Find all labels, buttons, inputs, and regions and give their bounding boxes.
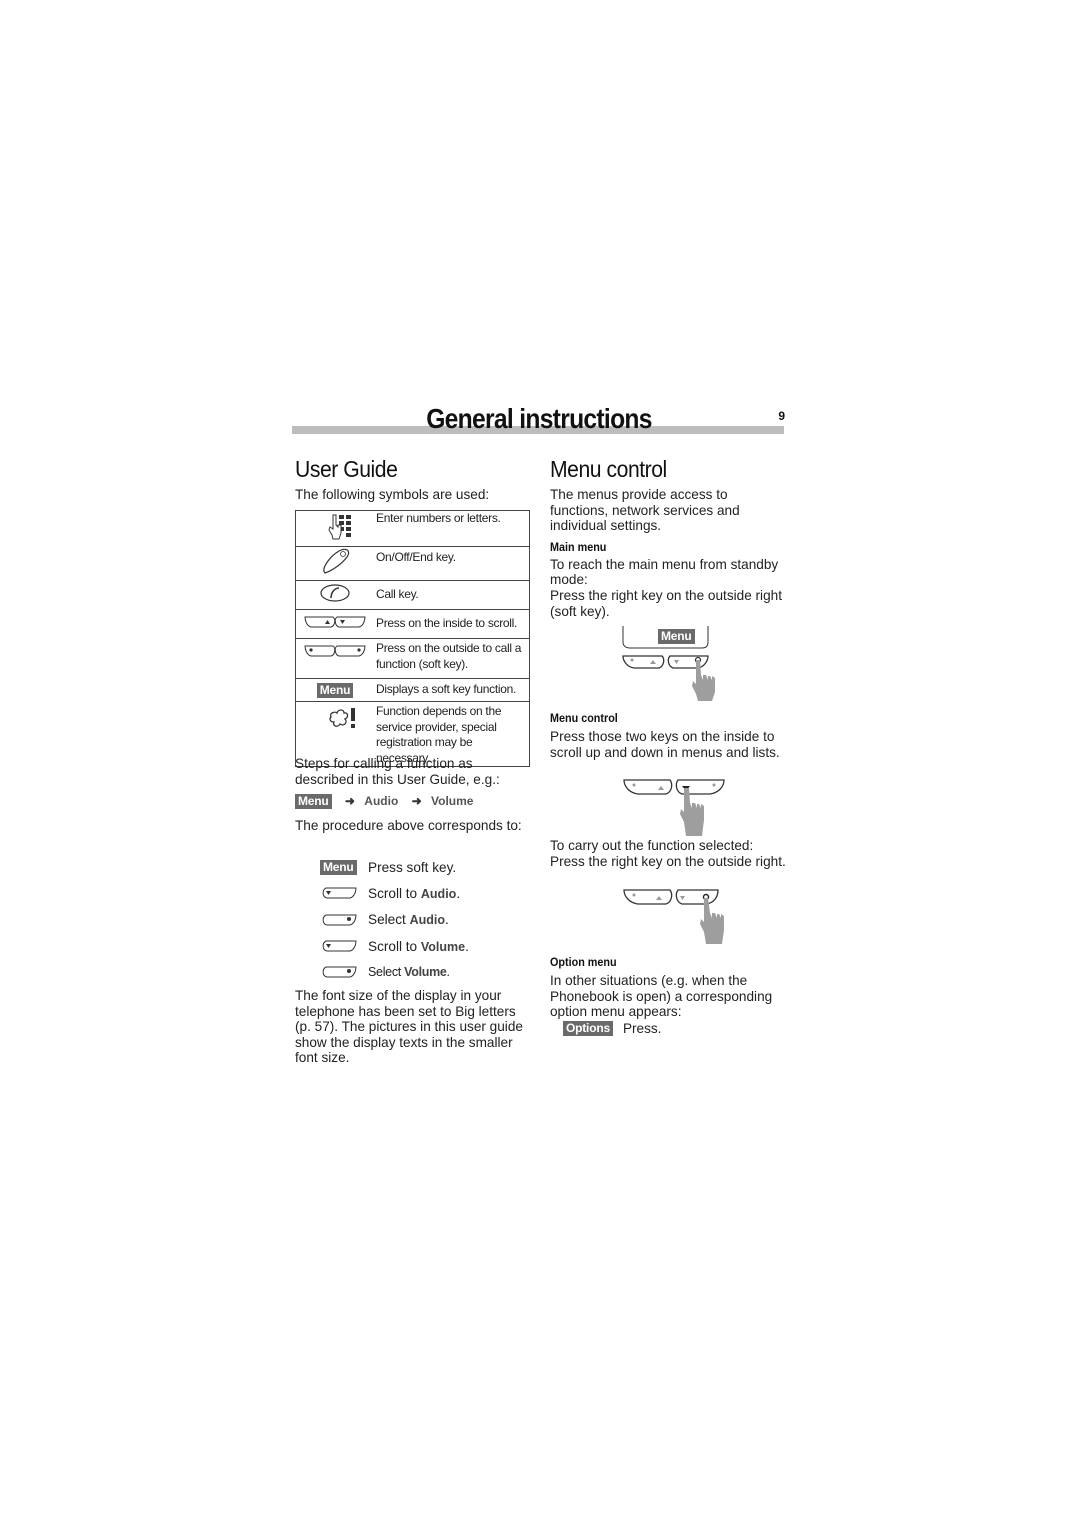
path-item-volume: Volume [431,794,474,808]
symbols-intro: The following symbols are used: [295,487,490,502]
arrow-right-icon: ➜ [411,794,422,808]
menu-soft-key-badge: Menu [316,683,354,698]
step-text: Select Audio. [368,912,449,928]
step-item: Select Audio. [320,907,469,933]
page-title: General instructions [426,403,652,434]
step-item: Scroll to Volume. [320,933,469,959]
symbol-row: Press on the inside to scroll. [295,609,530,639]
procedure-steps: Menu Press soft key. Scroll to Audio. Se… [320,854,469,985]
subheading-option-menu: Option menu [550,955,617,969]
page-number: 9 [778,409,785,423]
select-key-icon [322,914,357,926]
menu-control-section: Menu control The menus provide access to… [550,452,786,619]
provider-dependent-icon [329,708,355,728]
page-header: General instructions 9 [292,400,786,436]
menu-path-example: Menu ➜ Audio ➜ Volume [295,794,473,809]
symbol-description: Displays a soft key function. [374,678,530,702]
menu-badge: Menu [295,794,332,809]
symbol-row: Press on the outside to call a function … [295,638,530,679]
scroll-keys-inside-icon [304,616,366,627]
step-text: Scroll to Volume. [368,938,469,954]
symbol-description: Enter numbers or letters. [374,510,530,547]
menu-intro: The menus provide access to functions, n… [550,487,740,534]
select-key-icon [322,966,357,978]
user-guide-section: User Guide The following symbols are use… [295,452,531,503]
main-menu-instruction: Press the right key on the outside right… [550,587,782,619]
section-heading-menu-control: Menu control [550,456,667,482]
symbol-row: Call key. [295,580,530,610]
subheading-main-menu: Main menu [550,539,607,554]
options-action: Press. [622,1021,662,1036]
step-item: Menu Press soft key. [320,854,469,880]
procedure-intro: The procedure above corresponds to: [295,818,522,833]
symbol-row: Enter numbers or letters. [295,510,530,547]
step-item: Scroll to Audio. [320,880,469,906]
steps-intro: Steps for calling a function as describe… [295,756,500,787]
symbol-description: Call key. [374,580,530,610]
symbol-description: Press on the inside to scroll. [374,609,530,639]
pointing-hand-icon [680,788,704,836]
options-badge: Options [563,1021,613,1036]
option-menu-text: In other situations (e.g. when the Phone… [550,973,773,1020]
symbol-table: Enter numbers or letters. On/Off/End key… [295,510,530,767]
end-key-icon [323,548,350,574]
select-key-figure [622,888,726,948]
call-key-icon [320,583,350,602]
step-text: Select Volume. [368,965,450,980]
scroll-down-key-icon [322,887,357,899]
path-item-audio: Audio [364,794,399,808]
symbol-row: On/Off/End key. [295,546,530,581]
main-menu-figure: Menu [620,626,720,706]
menu-control-text: Press those two keys on the inside to sc… [550,729,780,760]
menu-badge: Menu [320,859,357,875]
scroll-keys-figure [622,778,726,840]
menu-display-badge: Menu [658,629,695,644]
symbol-description: On/Off/End key. [374,546,530,581]
keypad-hand-icon [328,514,351,540]
step-item: Select Volume. [320,959,469,985]
scroll-down-key-icon [322,940,357,952]
carry-out-text: To carry out the function selected: Pres… [550,838,786,869]
subheading-menu-control: Menu control [550,711,618,725]
pointing-hand-icon [700,898,724,944]
step-text: Scroll to Audio. [368,885,461,901]
step-text: Press soft key. [368,859,457,875]
soft-keys-outside-icon [304,645,366,657]
arrow-right-icon: ➜ [344,794,355,808]
symbol-row: Menu Displays a soft key function. [295,678,530,702]
main-menu-text: To reach the main menu from standby mode… [550,556,779,588]
symbol-description: Press on the outside to call a function … [374,638,530,679]
font-size-note: The font size of the display in your tel… [295,988,523,1066]
options-step: Options Press. [563,1021,661,1036]
section-heading-user-guide: User Guide [295,456,398,482]
